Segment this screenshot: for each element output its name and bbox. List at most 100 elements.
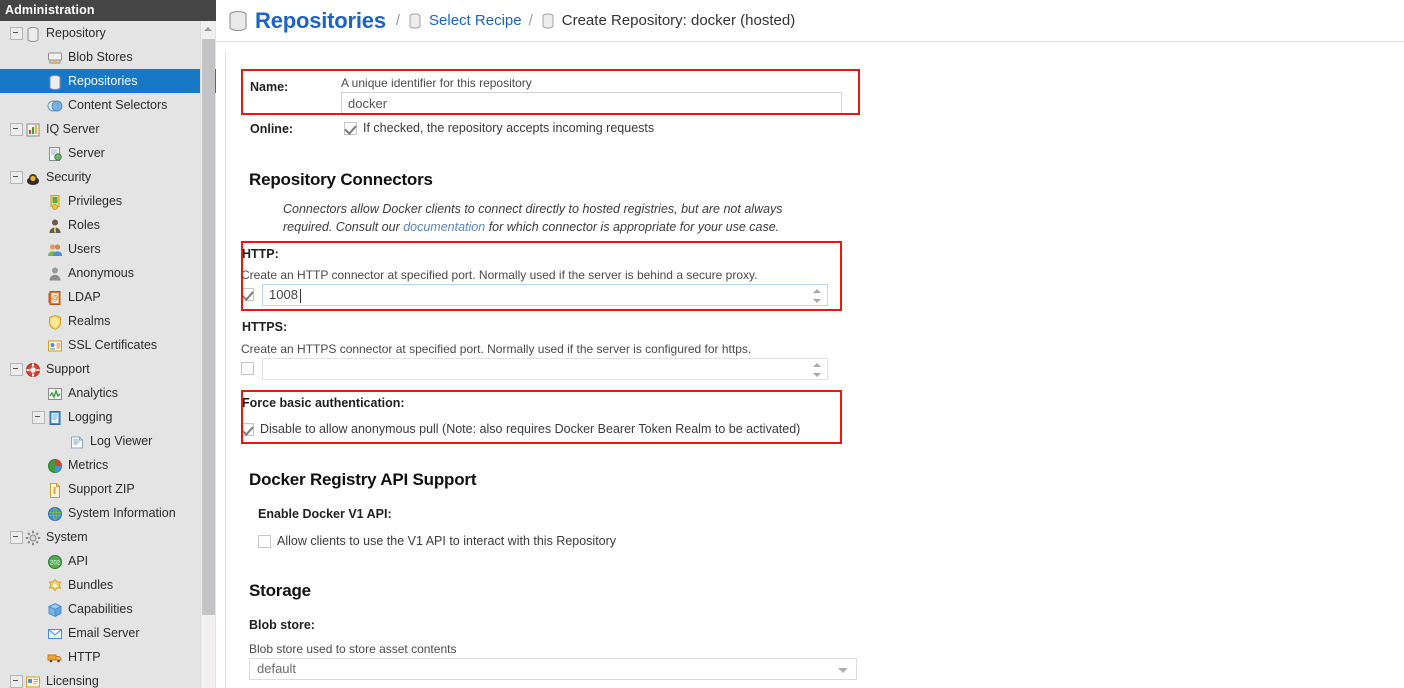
analytics-icon [46,381,64,405]
spinner-down-arrow-icon[interactable] [813,373,821,377]
roles-icon [46,213,64,237]
sidebar-item-label: Content Selectors [68,98,168,112]
collapse-toggle-icon[interactable] [8,21,24,45]
sidebar-item-label: LDAP [68,290,101,304]
sidebar-nav-tree[interactable]: Repository Blob Stores Repositories Content… [0,21,216,688]
sidebar-item-capabilities[interactable]: Capabilities [0,597,216,621]
collapse-toggle-icon[interactable] [8,525,24,549]
https-connector-checkbox[interactable] [241,362,254,376]
email-server-icon [46,621,64,645]
sidebar-item-licensing[interactable]: Licensing [0,669,216,688]
collapse-toggle-icon[interactable] [8,357,24,381]
connectors-note-part2: for which connector is appropriate for y… [485,220,780,234]
breadcrumb-separator-1: / [395,12,401,29]
documentation-link[interactable]: documentation [403,220,485,234]
collapse-toggle-icon[interactable] [8,117,24,141]
https-port-spinner-arrows[interactable] [813,362,822,378]
sidebar-item-security[interactable]: Security [0,165,216,189]
sidebar-item-log-viewer[interactable]: Log Viewer [0,429,216,453]
scrollbar-up-arrow-icon[interactable] [201,21,215,37]
sidebar-item-anonymous[interactable]: Anonymous [0,261,216,285]
breadcrumb-current-page: Create Repository: docker (hosted) [561,12,796,29]
breadcrumb-title[interactable]: Repositories [255,8,386,34]
online-checkbox-row[interactable]: If checked, the repository accepts incom… [344,121,654,136]
blob-store-icon [46,45,64,69]
sidebar-item-blob-stores[interactable]: Blob Stores [0,45,216,69]
anonymous-icon [46,261,64,285]
sidebar-item-realms[interactable]: Realms [0,309,216,333]
http-port-value: 1008 [269,287,298,302]
sidebar-item-label: Metrics [68,458,109,472]
enable-docker-v1-api-label: Enable Docker V1 API: [258,507,392,521]
name-input[interactable] [341,92,842,114]
main-content: Repositories / Select Recipe / Create Re… [216,0,1404,688]
sidebar-item-label: Realms [68,314,111,328]
sidebar-item-content-selectors[interactable]: Content Selectors [0,93,216,117]
sidebar-item-label: Repositories [68,74,138,88]
collapse-toggle-icon[interactable] [8,669,24,688]
sidebar-item-analytics[interactable]: Analytics [0,381,216,405]
sidebar-item-api[interactable]: 202 API [0,549,216,573]
database-icon [24,21,42,45]
sidebar-item-repositories[interactable]: Repositories [0,69,216,93]
sidebar-item-label: Anonymous [68,266,135,280]
sidebar-item-iq-server[interactable]: IQ Server [0,117,216,141]
force-basic-auth-checkbox[interactable] [241,423,254,436]
sidebar-item-label: Roles [68,218,100,232]
connectors-note: Connectors allow Docker clients to conne… [283,200,783,236]
https-port-spinner[interactable] [262,358,828,380]
scrollbar-thumb[interactable] [202,39,215,615]
sidebar-item-system-information[interactable]: System Information [0,501,216,525]
blob-store-select[interactable]: default [249,658,857,680]
sidebar-item-label: Support ZIP [68,482,135,496]
https-enable-checkbox[interactable] [241,362,254,375]
http-port-spinner[interactable]: 1008 [262,284,828,306]
repository-form-panel: Name: A unique identifier for this repos… [225,52,1404,688]
sidebar-item-label: Repository [46,26,106,40]
chevron-down-icon[interactable] [838,668,848,673]
sidebar-item-privileges[interactable]: Privileges [0,189,216,213]
docker-v1-api-checkbox[interactable] [258,535,271,548]
log-viewer-icon [68,429,86,453]
sidebar-item-label: Analytics [68,386,119,400]
online-checkbox[interactable] [344,122,357,135]
spinner-up-arrow-icon[interactable] [813,289,821,293]
sidebar-item-bundles[interactable]: Bundles [0,573,216,597]
docker-v1-api-checkbox-label: Allow clients to use the V1 API to inter… [277,534,617,548]
sidebar-item-system[interactable]: System [0,525,216,549]
sidebar-item-server[interactable]: Server [0,141,216,165]
force-basic-auth-checkbox-row[interactable]: Disable to allow anonymous pull (Note: a… [241,422,800,437]
iq-server-icon [24,117,42,141]
sidebar-item-support-zip[interactable]: Support ZIP [0,477,216,501]
sidebar-item-metrics[interactable]: Metrics [0,453,216,477]
spinner-down-arrow-icon[interactable] [813,299,821,303]
sidebar-item-http[interactable]: HTTP [0,645,216,669]
sidebar-item-users[interactable]: Users [0,237,216,261]
http-enable-checkbox[interactable] [241,288,254,301]
sidebar-item-ldap[interactable]: @ LDAP [0,285,216,309]
sidebar-item-support[interactable]: Support [0,357,216,381]
collapse-toggle-icon[interactable] [8,165,24,189]
sidebar-item-roles[interactable]: Roles [0,213,216,237]
sidebar-item-email-server[interactable]: Email Server [0,621,216,645]
http-connector-checkbox[interactable] [241,288,254,302]
http-port-spinner-arrows[interactable] [813,288,822,304]
sidebar-item-ssl-certificates[interactable]: SSL Certificates [0,333,216,357]
breadcrumb-link-select-recipe[interactable]: Select Recipe [429,12,522,29]
spinner-up-arrow-icon[interactable] [813,363,821,367]
sidebar-item-label: System [46,530,88,544]
http-icon [46,645,64,669]
collapse-toggle-icon[interactable] [30,405,46,429]
sidebar-item-repository[interactable]: Repository [0,21,216,45]
sidebar-scrollbar[interactable] [200,21,215,688]
sidebar-item-logging[interactable]: Logging [0,405,216,429]
docker-v1-api-checkbox-row[interactable]: Allow clients to use the V1 API to inter… [258,534,616,549]
